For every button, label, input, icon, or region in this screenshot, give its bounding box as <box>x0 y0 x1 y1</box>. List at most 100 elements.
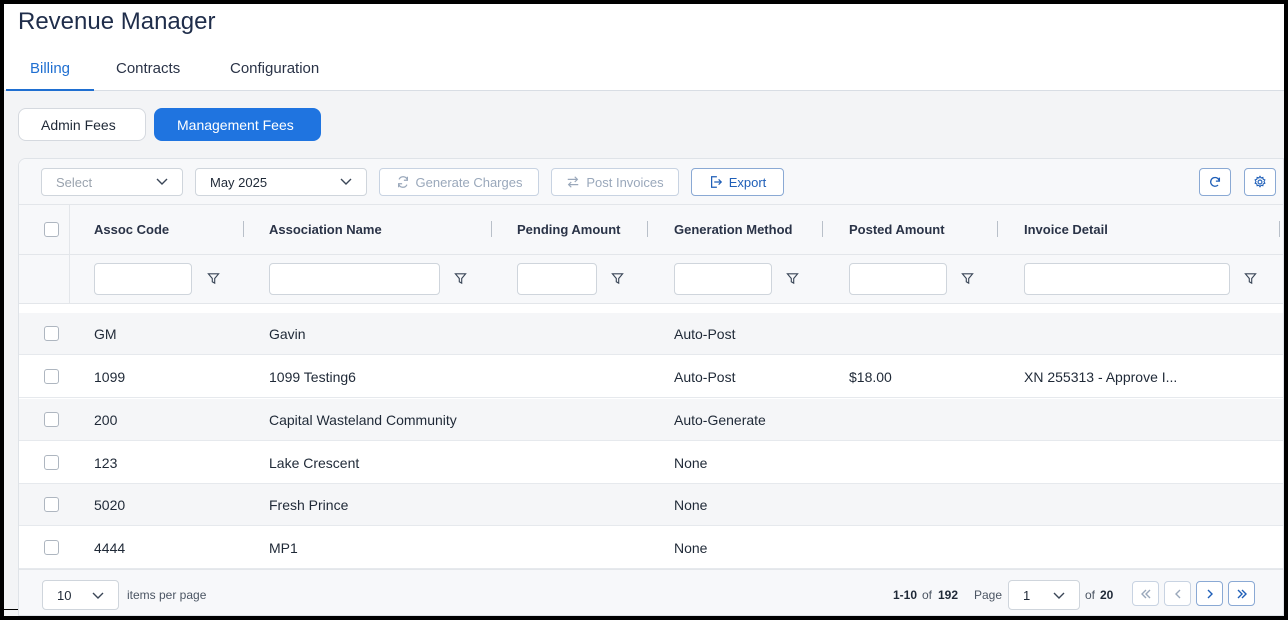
chevron-down-icon <box>1053 592 1065 599</box>
filter-icon[interactable] <box>786 272 799 285</box>
total-pages: 20 <box>1100 588 1114 602</box>
posted-amount-filter-input[interactable] <box>849 263 947 295</box>
divider <box>0 609 18 610</box>
column-resize-handle[interactable] <box>997 221 998 237</box>
table-row[interactable]: 200 Capital Wasteland Community Auto-Gen… <box>19 399 1283 441</box>
page-number-select[interactable]: 1 <box>1008 580 1080 610</box>
double-chevron-left-icon <box>1140 589 1150 598</box>
tab-configuration[interactable]: Configuration <box>230 60 319 91</box>
filter-icon[interactable] <box>611 272 624 285</box>
row-checkbox[interactable] <box>44 540 59 555</box>
cell-assoc-code: 1099 <box>94 369 126 385</box>
period-select[interactable]: May 2025 <box>195 168 367 196</box>
association-name-filter-input[interactable] <box>269 263 440 295</box>
post-invoices-button[interactable]: Post Invoices <box>551 168 679 196</box>
cell-association-name: Lake Crescent <box>269 455 360 471</box>
page-size-value: 10 <box>57 587 72 603</box>
cell-association-name: MP1 <box>269 540 298 556</box>
column-header-posted-amount[interactable]: Posted Amount <box>849 222 945 237</box>
export-icon <box>710 176 722 188</box>
column-resize-handle[interactable] <box>647 221 648 237</box>
column-header-assoc-code[interactable]: Assoc Code <box>94 222 169 237</box>
refresh-icon <box>397 176 408 188</box>
cell-generation-method: None <box>674 540 708 556</box>
items-per-page-label: items per page <box>127 588 207 602</box>
chevron-down-icon <box>156 178 168 185</box>
cell-generation-method: Auto-Post <box>674 369 736 385</box>
column-header-pending-amount[interactable]: Pending Amount <box>517 222 621 237</box>
chevron-left-icon <box>1174 589 1180 598</box>
table-row[interactable]: 5020 Fresh Prince None <box>19 484 1283 526</box>
table-row[interactable]: 1099 1099 Testing6 Auto-Post $18.00 XN 2… <box>19 356 1283 398</box>
cell-posted-amount: $18.00 <box>849 369 892 385</box>
checkbox-column-divider <box>69 205 70 304</box>
total-items: 192 <box>938 588 959 602</box>
app-window: Revenue Manager Billing Contracts Config… <box>4 4 1284 616</box>
page-range: 1-10 <box>893 588 918 602</box>
cell-association-name: Capital Wasteland Community <box>269 412 457 428</box>
export-label: Export <box>728 174 767 190</box>
refresh-button[interactable] <box>1199 168 1231 196</box>
double-chevron-right-icon <box>1237 589 1247 598</box>
generate-charges-label: Generate Charges <box>415 174 523 190</box>
pending-amount-filter-input[interactable] <box>517 263 597 295</box>
settings-button[interactable] <box>1244 168 1276 196</box>
cell-generation-method: None <box>674 497 708 513</box>
row-checkbox[interactable] <box>44 497 59 512</box>
column-header-generation-method[interactable]: Generation Method <box>674 222 792 237</box>
table-row[interactable]: 123 Lake Crescent None <box>19 442 1283 484</box>
column-resize-handle[interactable] <box>243 221 244 237</box>
swap-arrows-icon <box>568 176 579 188</box>
cell-generation-method: Auto-Generate <box>674 412 766 428</box>
export-button[interactable]: Export <box>691 168 784 196</box>
refresh-icon <box>1210 176 1221 187</box>
tab-contracts[interactable]: Contracts <box>116 60 180 91</box>
table-row[interactable]: GM Gavin Auto-Post <box>19 313 1283 355</box>
tab-billing[interactable]: Billing <box>6 60 94 91</box>
filter-icon[interactable] <box>1244 272 1257 285</box>
chevron-down-icon <box>340 178 352 185</box>
previous-page-button[interactable] <box>1164 581 1191 606</box>
page-size-select[interactable]: 10 <box>42 580 119 610</box>
invoice-detail-filter-input[interactable] <box>1024 263 1230 295</box>
table-row[interactable]: 4444 MP1 None <box>19 527 1283 569</box>
app-title: Revenue Manager <box>18 8 216 35</box>
grid-header: Assoc Code Association Name Pending Amou… <box>19 205 1283 255</box>
column-resize-handle[interactable] <box>1279 221 1280 237</box>
generation-method-filter-input[interactable] <box>674 263 772 295</box>
column-header-invoice-detail[interactable]: Invoice Detail <box>1024 222 1108 237</box>
last-page-button[interactable] <box>1228 581 1255 606</box>
row-checkbox[interactable] <box>44 369 59 384</box>
cell-association-name: Gavin <box>269 326 306 342</box>
next-page-button[interactable] <box>1196 581 1223 606</box>
first-page-button[interactable] <box>1132 581 1159 606</box>
management-fees-button[interactable]: Management Fees <box>154 108 321 141</box>
assoc-code-filter-input[interactable] <box>94 263 192 295</box>
chevron-right-icon <box>1207 589 1213 598</box>
admin-fees-button[interactable]: Admin Fees <box>18 108 146 141</box>
cell-association-name: Fresh Prince <box>269 497 349 513</box>
cell-invoice-detail[interactable]: XN 255313 - Approve I... <box>1024 369 1177 385</box>
generate-charges-button[interactable]: Generate Charges <box>379 168 539 196</box>
cell-assoc-code: 5020 <box>94 497 126 513</box>
row-checkbox[interactable] <box>44 326 59 341</box>
grid-filter-row <box>19 255 1283 304</box>
filter-icon[interactable] <box>207 272 220 285</box>
row-checkbox[interactable] <box>44 412 59 427</box>
column-resize-handle[interactable] <box>491 221 492 237</box>
post-invoices-label: Post Invoices <box>586 174 664 190</box>
gear-icon <box>1254 175 1266 188</box>
pagination-bar: 10 items per page 1-10 of 192 Page 1 of … <box>19 569 1283 615</box>
filter-icon[interactable] <box>454 272 467 285</box>
filter-icon[interactable] <box>961 272 974 285</box>
column-resize-handle[interactable] <box>822 221 823 237</box>
select-all-checkbox[interactable] <box>44 222 59 237</box>
cell-assoc-code: 200 <box>94 412 118 428</box>
association-select[interactable]: Select <box>41 168 183 196</box>
cell-assoc-code: 4444 <box>94 540 126 556</box>
row-checkbox[interactable] <box>44 455 59 470</box>
page-label: Page <box>974 588 1003 602</box>
column-header-association-name[interactable]: Association Name <box>269 222 382 237</box>
grid-toolbar: Select May 2025 Generate Charges Post In… <box>19 159 1283 205</box>
cell-assoc-code: 123 <box>94 455 118 471</box>
